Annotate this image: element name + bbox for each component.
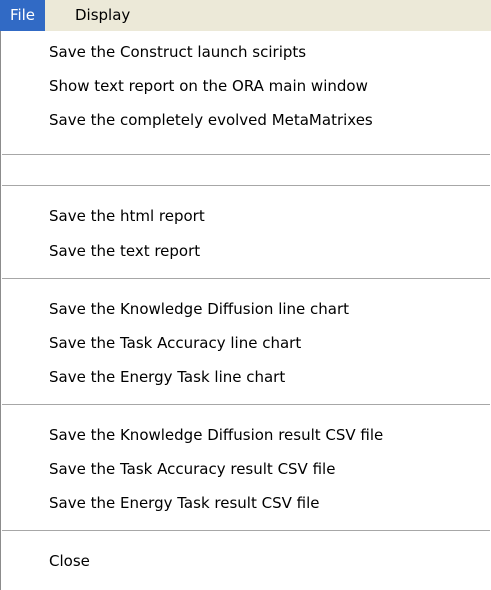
- file-menu[interactable]: File: [0, 0, 45, 31]
- menu-item-save-text-report[interactable]: Save the text report: [49, 239, 200, 263]
- separator: [2, 404, 490, 406]
- menu-item-save-knowledge-diffusion-csv[interactable]: Save the Knowledge Diffusion result CSV …: [49, 423, 383, 447]
- menu-item-save-knowledge-diffusion-chart[interactable]: Save the Knowledge Diffusion line chart: [49, 297, 349, 321]
- separator: [2, 278, 490, 280]
- file-dropdown-menu: Save the Construct launch sciripts Show …: [0, 31, 490, 590]
- menu-item-close[interactable]: Close: [49, 549, 90, 573]
- menu-item-save-evolved-metamatrixes[interactable]: Save the completely evolved MetaMatrixes: [49, 108, 373, 132]
- menu-item-save-task-accuracy-chart[interactable]: Save the Task Accuracy line chart: [49, 331, 301, 355]
- menu-item-show-text-report[interactable]: Show text report on the ORA main window: [49, 74, 368, 98]
- menu-item-save-energy-task-csv[interactable]: Save the Energy Task result CSV file: [49, 491, 319, 515]
- menu-item-save-html-report[interactable]: Save the html report: [49, 204, 205, 228]
- menu-item-save-energy-task-chart[interactable]: Save the Energy Task line chart: [49, 365, 285, 389]
- menu-item-save-task-accuracy-csv[interactable]: Save the Task Accuracy result CSV file: [49, 457, 335, 481]
- menu-item-save-construct-launch-scripts[interactable]: Save the Construct launch sciripts: [49, 40, 306, 64]
- separator: [2, 530, 490, 532]
- menu-bar: File Display: [0, 0, 491, 31]
- display-menu[interactable]: Display: [75, 0, 130, 31]
- separator: [2, 185, 490, 187]
- separator: [2, 154, 490, 156]
